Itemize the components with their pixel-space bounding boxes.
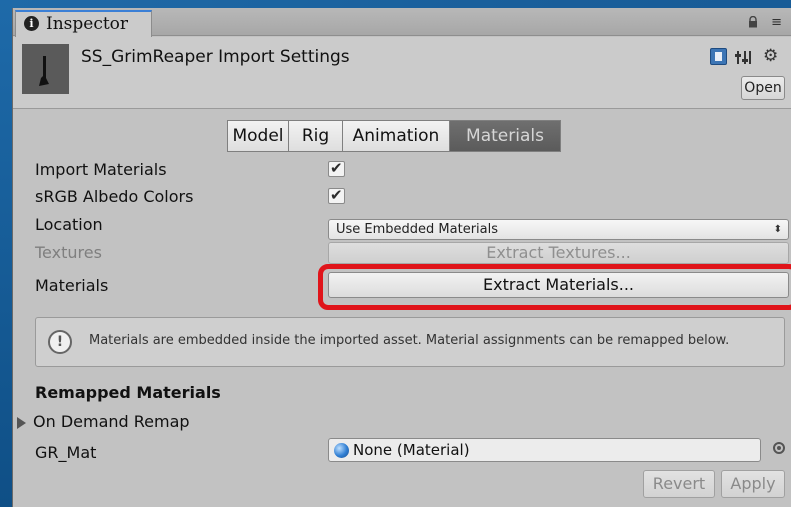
material-field-value: None (Material) [353, 441, 470, 459]
textures-label: Textures [35, 243, 102, 262]
srgb-albedo-label: sRGB Albedo Colors [35, 187, 194, 206]
location-value: Use Embedded Materials [336, 222, 499, 237]
remapped-materials-heading: Remapped Materials [35, 383, 221, 402]
remap-item-label: GR_Mat [35, 443, 97, 462]
inspector-window: i Inspector ≡ SS_GrimReaper Import Setti… [12, 8, 791, 507]
highlight-annotation [318, 264, 791, 310]
tab-menu-icon[interactable]: ≡ [771, 15, 782, 30]
tab-label: Inspector [46, 14, 129, 34]
tab-materials[interactable]: Materials [449, 120, 561, 152]
gear-icon[interactable]: ⚙ [763, 46, 778, 66]
tab-bar: i Inspector ≡ [13, 8, 791, 37]
srgb-albedo-checkbox[interactable] [328, 186, 345, 204]
info-helpbox: ! Materials are embedded inside the impo… [35, 317, 785, 367]
tab-rig[interactable]: Rig [288, 120, 343, 152]
warning-icon: ! [48, 330, 72, 354]
location-dropdown[interactable]: Use Embedded Materials ⬍ [328, 219, 789, 240]
import-materials-checkbox[interactable] [328, 159, 345, 177]
tab-model[interactable]: Model [227, 120, 289, 152]
dropdown-arrow-icon: ⬍ [773, 224, 782, 235]
material-sphere-icon [334, 443, 349, 458]
desktop-edge [0, 0, 12, 507]
info-icon: i [24, 16, 39, 31]
revert-button[interactable]: Revert [643, 470, 715, 498]
asset-title: SS_GrimReaper Import Settings [81, 47, 350, 67]
asset-thumbnail [22, 44, 69, 94]
import-materials-label: Import Materials [35, 160, 167, 179]
reaper-figure-icon [39, 56, 49, 86]
book-icon[interactable] [710, 48, 727, 65]
tab-animation[interactable]: Animation [342, 120, 450, 152]
asset-header: SS_GrimReaper Import Settings ⚙ Open [13, 37, 791, 109]
lock-icon[interactable] [748, 16, 758, 28]
materials-label: Materials [35, 276, 109, 295]
material-object-field[interactable]: None (Material) [328, 438, 761, 462]
apply-button[interactable]: Apply [721, 470, 785, 498]
open-button[interactable]: Open [741, 76, 785, 100]
preset-icon[interactable] [735, 48, 753, 66]
object-picker-icon[interactable] [773, 442, 785, 454]
on-demand-remap-foldout[interactable]: On Demand Remap [33, 412, 190, 431]
tab-inspector[interactable]: i Inspector [15, 10, 152, 37]
help-message: Materials are embedded inside the import… [89, 333, 730, 348]
extract-textures-button[interactable]: Extract Textures... [328, 242, 789, 264]
foldout-arrow-icon[interactable] [17, 417, 26, 429]
location-label: Location [35, 215, 103, 234]
